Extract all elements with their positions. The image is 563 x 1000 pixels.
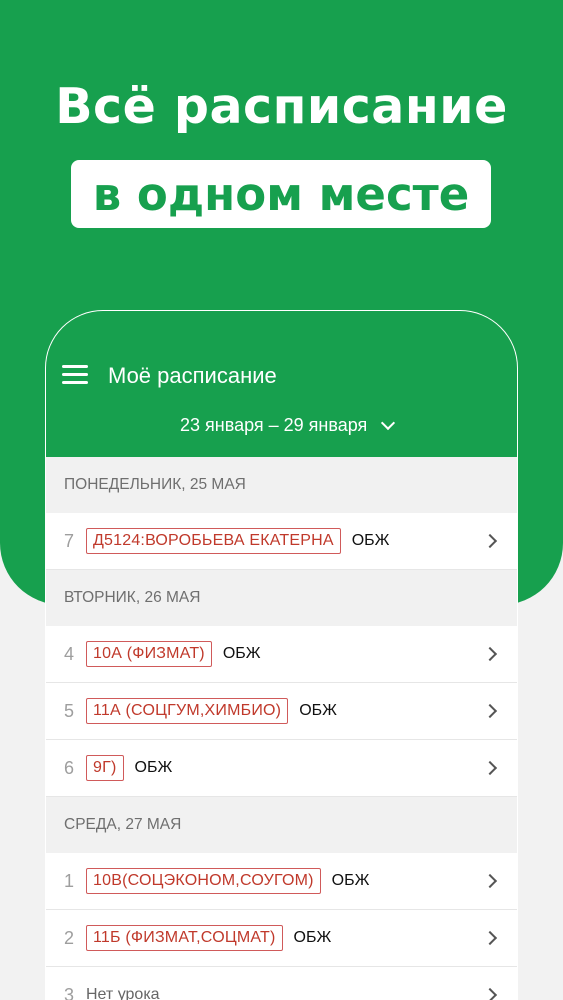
day-header-tuesday: ВТОРНИК, 26 МАЯ — [46, 570, 517, 626]
day-header-label: СРЕДА, 27 МАЯ — [64, 816, 182, 833]
subject-label: ОБЖ — [299, 702, 337, 719]
group-tag: 9Г) — [86, 755, 124, 781]
no-lesson-label: Нет урока — [86, 986, 160, 1000]
phone-screen: Моё расписание 23 января – 29 января ПОН… — [45, 310, 518, 1000]
lesson-number: 2 — [64, 927, 75, 948]
day-header-label: ПОНЕДЕЛЬНИК, 25 МАЯ — [64, 476, 246, 493]
hero-title: Всё расписание — [55, 78, 508, 135]
lesson-row[interactable]: 7 Д5124:ВОРОБЬЕВА ЕКАТЕРНА ОБЖ — [46, 513, 517, 570]
chevron-right-icon — [482, 873, 498, 889]
lesson-row[interactable]: 4 10А (ФИЗМАТ) ОБЖ — [46, 626, 517, 683]
subject-label: ОБЖ — [351, 532, 390, 549]
week-range: 23 января – 29 января — [180, 415, 368, 435]
subject-label: ОБЖ — [331, 872, 370, 889]
app-bar: Моё расписание 23 января – 29 января — [46, 311, 517, 457]
group-tag: 11А (СОЦГУМ,ХИМБИО) — [86, 698, 289, 724]
lesson-row[interactable]: 1 10В(СОЦЭКОНОМ,СОУГОМ) ОБЖ — [46, 853, 517, 910]
hero-subtitle-badge: в одном месте — [71, 160, 491, 228]
lesson-number: 6 — [64, 757, 75, 778]
lesson-number: 5 — [64, 700, 75, 721]
chevron-right-icon — [482, 760, 498, 776]
chevron-right-icon — [482, 646, 498, 662]
day-header-wednesday: СРЕДА, 27 МАЯ — [46, 797, 517, 853]
day-header-monday: ПОНЕДЕЛЬНИК, 25 МАЯ — [46, 457, 517, 513]
lesson-number: 3 — [64, 984, 75, 1000]
lesson-number: 7 — [64, 530, 75, 551]
app-title: Моё расписание — [108, 363, 277, 388]
subject-label: ОБЖ — [222, 645, 261, 662]
chevron-right-icon — [482, 930, 498, 946]
subject-label: ОБЖ — [293, 929, 332, 946]
chevron-right-icon — [482, 987, 498, 1000]
lesson-row[interactable]: 2 11Б (ФИЗМАТ,СОЦМАТ) ОБЖ — [46, 910, 517, 967]
group-tag: 10А (ФИЗМАТ) — [86, 641, 212, 667]
lesson-row[interactable]: 3 Нет урока — [46, 967, 517, 1000]
day-header-label: ВТОРНИК, 26 МАЯ — [64, 589, 201, 606]
week-selector[interactable]: 23 января – 29 января — [180, 415, 396, 436]
group-tag: 10В(СОЦЭКОНОМ,СОУГОМ) — [86, 868, 321, 894]
lesson-row[interactable]: 5 11А (СОЦГУМ,ХИМБИО) ОБЖ — [46, 683, 517, 740]
subject-label: ОБЖ — [134, 759, 173, 776]
group-tag: Д5124:ВОРОБЬЕВА ЕКАТЕРНА — [86, 528, 341, 554]
group-tag: 11Б (ФИЗМАТ,СОЦМАТ) — [86, 925, 283, 951]
chevron-right-icon — [482, 533, 498, 549]
chevron-down-icon — [381, 415, 396, 430]
chevron-right-icon — [482, 703, 498, 719]
lesson-number: 1 — [64, 870, 75, 891]
lesson-number: 4 — [64, 643, 75, 664]
lesson-row[interactable]: 6 9Г) ОБЖ — [46, 740, 517, 797]
hamburger-menu-icon[interactable] — [62, 365, 88, 385]
hero-subtitle: в одном месте — [92, 167, 470, 221]
